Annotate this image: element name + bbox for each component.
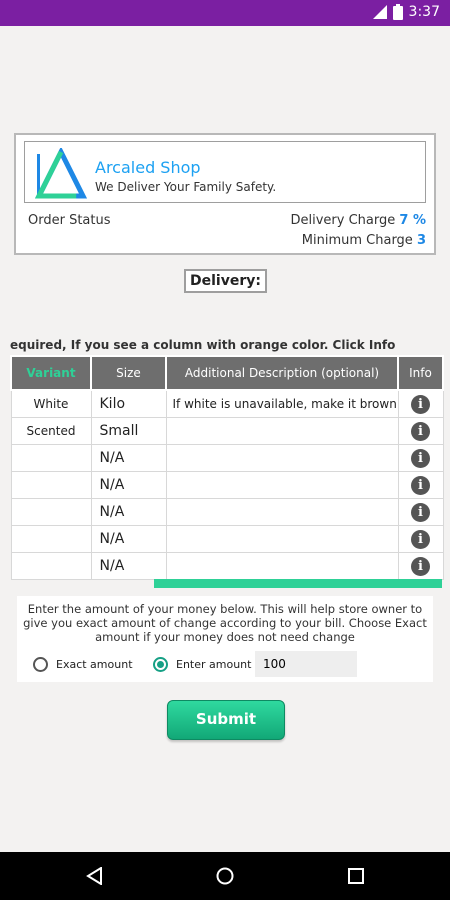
amount-description: Enter the amount of your money below. Th… — [23, 602, 427, 644]
exact-amount-radio[interactable] — [33, 656, 48, 672]
delivery-charge-value: 7 % — [399, 213, 426, 228]
status-time: 3:37 — [408, 4, 440, 20]
header-size: Size — [90, 355, 167, 391]
status-icons: 3:37 — [372, 4, 440, 20]
back-icon[interactable] — [86, 867, 104, 885]
home-icon[interactable] — [216, 867, 234, 885]
shop-tagline: We Deliver Your Family Safety. — [95, 180, 277, 194]
cell-description[interactable] — [165, 471, 399, 499]
info-icon[interactable]: i — [411, 556, 430, 576]
cell-description[interactable] — [165, 444, 399, 472]
enter-amount-option[interactable]: Enter amount — [153, 652, 251, 676]
table-row: N/A i — [10, 498, 444, 526]
cell-variant[interactable] — [10, 525, 92, 553]
delivery-charge-label: Delivery Charge — [290, 213, 396, 228]
table-row: N/A i — [10, 525, 444, 553]
signal-icon — [372, 5, 387, 19]
cell-description[interactable] — [165, 417, 399, 445]
exact-amount-option[interactable]: Exact amount — [33, 652, 133, 676]
cell-size[interactable]: N/A — [90, 471, 167, 499]
cell-description[interactable] — [165, 525, 399, 553]
delivery-button[interactable]: Delivery: — [184, 269, 267, 293]
info-icon[interactable]: i — [411, 421, 430, 441]
shop-card: Arcaled Shop We Deliver Your Family Safe… — [14, 133, 436, 255]
cell-size[interactable]: N/A — [90, 498, 167, 526]
info-icon[interactable]: i — [411, 394, 430, 414]
cell-description[interactable] — [165, 552, 399, 580]
minimum-charge-label: Minimum Charge — [301, 233, 413, 248]
status-bar: 3:37 — [0, 0, 450, 26]
info-icon[interactable]: i — [411, 475, 430, 495]
shop-name: Arcaled Shop — [95, 158, 201, 177]
exact-amount-label: Exact amount — [56, 657, 133, 671]
table-header-row: Variant Size Additional Description (opt… — [10, 355, 444, 391]
cell-variant[interactable] — [10, 498, 92, 526]
delivery-charge: Delivery Charge 7 % — [291, 213, 427, 228]
cell-variant[interactable] — [10, 444, 92, 472]
table-row: N/A i — [10, 471, 444, 499]
info-icon[interactable]: i — [411, 502, 430, 522]
amount-input[interactable] — [255, 651, 357, 677]
cell-description[interactable]: If white is unavailable, make it brown — [165, 389, 399, 418]
enter-amount-radio[interactable] — [153, 656, 168, 672]
minimum-charge: Minimum Charge 3 — [302, 233, 426, 248]
cell-size[interactable]: N/A — [90, 552, 167, 580]
order-status-label: Order Status — [28, 213, 111, 228]
cell-size[interactable]: N/A — [90, 444, 167, 472]
enter-amount-label: Enter amount — [176, 657, 252, 671]
cell-variant[interactable] — [10, 552, 92, 580]
table-row: N/A i — [10, 444, 444, 472]
table-row: N/A i — [10, 552, 444, 580]
shop-header: Arcaled Shop We Deliver Your Family Safe… — [24, 141, 426, 203]
horizontal-scrollbar[interactable] — [154, 579, 442, 588]
info-icon[interactable]: i — [411, 448, 430, 468]
table-row: Scented Small i — [10, 417, 444, 445]
table-instruction: equired, If you see a column with orange… — [10, 338, 396, 352]
cell-variant[interactable]: White — [10, 389, 92, 418]
header-info: Info — [397, 355, 444, 391]
cell-variant[interactable]: Scented — [10, 417, 92, 445]
info-icon[interactable]: i — [411, 529, 430, 549]
order-table: Variant Size Additional Description (opt… — [10, 355, 444, 580]
cell-size[interactable]: Small — [90, 417, 167, 445]
table-row: White Kilo If white is unavailable, make… — [10, 389, 444, 418]
header-variant: Variant — [10, 355, 92, 391]
submit-button[interactable]: Submit — [167, 700, 285, 740]
header-description: Additional Description (optional) — [165, 355, 399, 391]
cell-variant[interactable] — [10, 471, 92, 499]
recent-apps-icon[interactable] — [348, 868, 364, 884]
shop-logo-icon — [35, 148, 87, 199]
navigation-bar — [0, 852, 450, 900]
cell-description[interactable] — [165, 498, 399, 526]
cell-size[interactable]: Kilo — [90, 389, 167, 418]
battery-icon — [392, 4, 403, 20]
cell-size[interactable]: N/A — [90, 525, 167, 553]
minimum-charge-value: 3 — [416, 233, 426, 248]
amount-card: Enter the amount of your money below. Th… — [17, 596, 433, 682]
